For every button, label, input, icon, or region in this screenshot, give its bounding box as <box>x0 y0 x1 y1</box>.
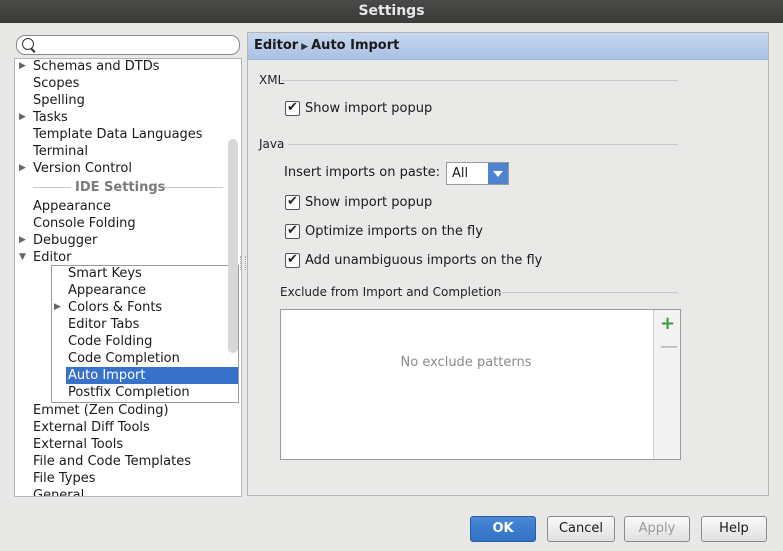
ok-button[interactable]: OK <box>470 516 536 542</box>
tree-item-general[interactable]: General <box>33 487 84 496</box>
insert-imports-label: Insert imports on paste: <box>284 165 441 180</box>
breadcrumb-parent: Editor <box>254 38 299 53</box>
tree-item-scopes[interactable]: Scopes <box>33 75 79 92</box>
list-toolbar: + — <box>653 310 680 459</box>
divider <box>288 144 678 145</box>
tree-item-file-code-templates[interactable]: File and Code Templates <box>33 453 191 470</box>
apply-button[interactable]: Apply <box>624 516 690 542</box>
tree-item-tasks[interactable]: ▶ Tasks <box>19 109 68 126</box>
tree-item-colors-fonts[interactable]: ▶ Colors & Fonts <box>54 299 162 316</box>
add-icon[interactable]: + <box>660 313 675 334</box>
section-label: IDE Settings <box>75 180 166 195</box>
checkbox-checked-icon[interactable] <box>285 251 300 269</box>
tree-item-schemas[interactable]: ▶ Schemas and DTDs <box>19 59 160 75</box>
tree-item-postfix-completion[interactable]: Postfix Completion <box>68 384 190 401</box>
splitter-handle[interactable] <box>240 256 246 270</box>
tree-item-external-tools[interactable]: External Tools <box>33 436 123 453</box>
checkbox-checked-icon[interactable] <box>285 99 300 117</box>
checkbox-checked-icon[interactable] <box>285 222 300 240</box>
tree-item-auto-import[interactable]: Auto Import <box>66 367 238 384</box>
empty-list-text: No exclude patterns <box>400 355 532 370</box>
settings-panel: Editor▶Auto Import XML Show import popup… <box>247 32 769 496</box>
expand-arrow-icon[interactable]: ▶ <box>19 109 26 126</box>
chevron-down-icon[interactable] <box>488 163 508 184</box>
xml-group-label: XML <box>259 73 285 87</box>
checkbox-checked-icon[interactable] <box>285 193 300 211</box>
help-button[interactable]: Help <box>701 516 767 542</box>
remove-icon[interactable]: — <box>660 336 678 357</box>
divider <box>165 187 223 188</box>
tree-item-editor-tabs[interactable]: Editor Tabs <box>68 316 139 333</box>
window-title: Settings <box>0 0 783 23</box>
breadcrumb: Editor ▶ Auto Import <box>248 33 768 60</box>
tree-item-smart-keys[interactable]: Smart Keys <box>68 265 142 282</box>
insert-imports-select[interactable]: All <box>446 162 509 185</box>
java-group-label: Java <box>259 137 285 151</box>
search-input[interactable] <box>16 35 240 55</box>
search-icon <box>22 38 34 50</box>
expand-arrow-icon[interactable]: ▶ <box>19 160 26 177</box>
divider <box>33 187 71 188</box>
expand-arrow-icon[interactable]: ▶ <box>19 59 26 75</box>
expand-arrow-icon[interactable]: ▶ <box>19 232 26 249</box>
settings-tree[interactable]: ▶ Schemas and DTDs Scopes Spelling ▶ Tasks… <box>14 58 242 497</box>
exclude-group-label: Exclude from Import and Completion <box>280 285 502 299</box>
tree-item-template-data-languages[interactable]: Template Data Languages <box>33 126 203 143</box>
ide-settings-section: IDE Settings <box>15 179 225 196</box>
breadcrumb-current: Auto Import <box>311 38 400 53</box>
tree-item-editor-appearance[interactable]: Appearance <box>68 282 146 299</box>
divider <box>282 80 678 81</box>
expand-arrow-icon[interactable]: ▶ <box>54 299 61 316</box>
editor-subtree: Smart Keys Appearance ▶ Colors & Fonts Ed… <box>51 265 239 403</box>
tree-item-code-folding[interactable]: Code Folding <box>68 333 152 350</box>
tree-item-emmet[interactable]: Emmet (Zen Coding) <box>33 402 169 419</box>
tree-item-code-completion[interactable]: Code Completion <box>68 350 180 367</box>
breadcrumb-arrow-icon: ▶ <box>301 42 309 52</box>
exclude-patterns-list[interactable]: No exclude patterns + — <box>280 309 681 460</box>
tree-item-external-diff-tools[interactable]: External Diff Tools <box>33 419 150 436</box>
tree-scrollbar[interactable] <box>228 139 238 353</box>
tree-item-editor[interactable]: ▼ Editor <box>19 249 71 266</box>
tree-item-debugger[interactable]: ▶ Debugger <box>19 232 97 249</box>
divider <box>496 292 678 293</box>
tree-item-appearance[interactable]: Appearance <box>33 198 111 215</box>
tree-item-spelling[interactable]: Spelling <box>33 92 85 109</box>
collapse-arrow-icon[interactable]: ▼ <box>19 249 26 266</box>
tree-item-console-folding[interactable]: Console Folding <box>33 215 136 232</box>
tree-item-version-control[interactable]: ▶ Version Control <box>19 160 132 177</box>
cancel-button[interactable]: Cancel <box>547 516 615 542</box>
tree-item-terminal[interactable]: Terminal <box>33 143 88 160</box>
tree-item-file-types[interactable]: File Types <box>33 470 96 487</box>
